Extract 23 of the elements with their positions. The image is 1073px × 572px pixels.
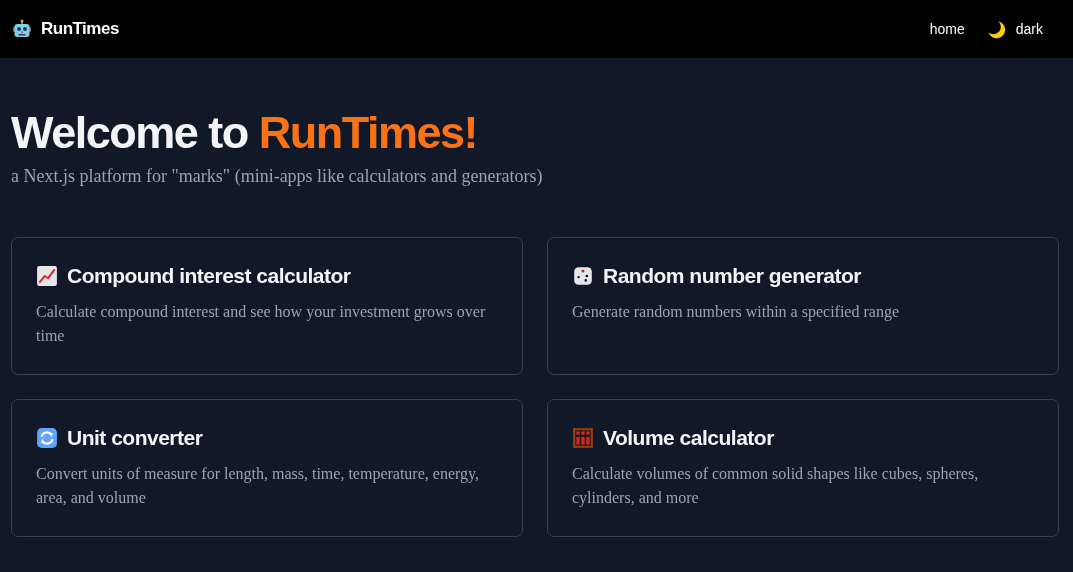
- app-card[interactable]: Random number generator Generate random numbers within a specified range: [547, 237, 1059, 375]
- abacus-icon: [572, 427, 594, 449]
- page-heading: Welcome to RunTimes!: [11, 106, 478, 160]
- app-card[interactable]: Unit converter Convert units of measure for length, mass, time, temperature, energy, area, and volume: [11, 399, 523, 537]
- app-card[interactable]: Volume calculator Calculate volumes of common solid shapes like cubes, spheres, cylinders, and more: [547, 399, 1059, 537]
- brand-link[interactable]: RunTimes: [41, 19, 119, 39]
- card-title: Compound interest calculator: [67, 264, 351, 288]
- page-subtitle: a Next.js platform for "marks" (mini-apps like calculators and generators): [11, 166, 544, 187]
- card-title: Unit converter: [67, 426, 203, 450]
- card-description: Calculate volumes of common solid shapes like cubes, spheres, cylinders, and more: [572, 464, 980, 509]
- theme-toggle[interactable]: dark: [986, 19, 1043, 39]
- app-card[interactable]: Compound interest calculator Calculate compound interest and see how your investment grows over time: [11, 237, 523, 375]
- home-link[interactable]: home: [929, 21, 965, 37]
- card-title: Volume calculator: [603, 426, 774, 450]
- card-description: Convert units of measure for length, mass, time, temperature, energy, area, and volume: [36, 464, 480, 508]
- card-description: Generate random numbers within a specified range: [572, 302, 900, 323]
- dice-icon: [572, 265, 594, 287]
- chart-icon: [36, 265, 58, 287]
- moon-icon: [986, 19, 1006, 39]
- card-description: Calculate compound interest and see how your investment grows over time: [36, 302, 487, 346]
- robot-icon: [12, 19, 32, 39]
- card-title: Random number generator: [603, 264, 862, 288]
- refresh-icon: [36, 427, 58, 449]
